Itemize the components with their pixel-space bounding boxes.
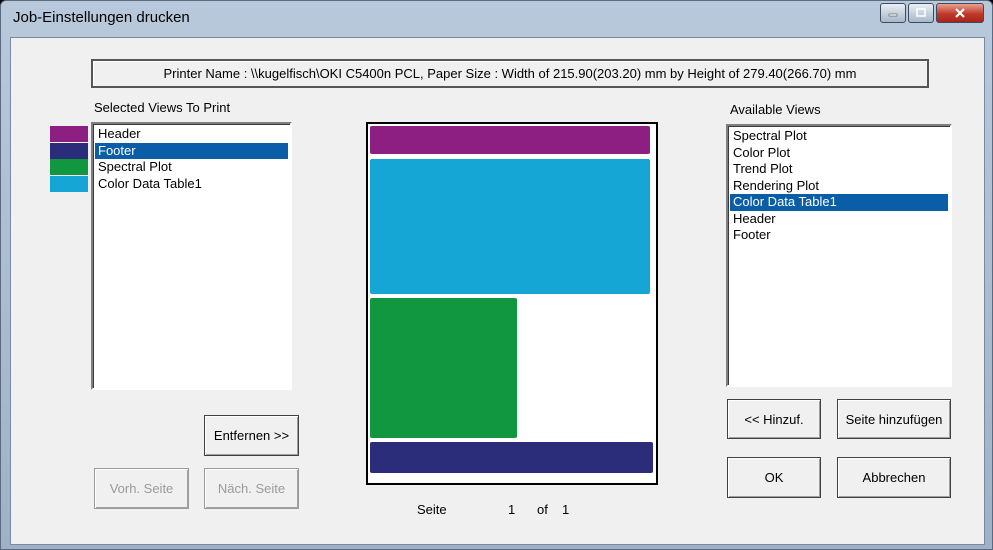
current-page-number: 1 [508, 502, 516, 517]
list-item[interactable]: Color Data Table1 [95, 176, 288, 193]
title-bar[interactable]: Job-Einstellungen drucken [1, 1, 992, 37]
list-item[interactable]: Header [730, 211, 948, 228]
list-item[interactable]: Footer [730, 227, 948, 244]
of-label: of [537, 502, 548, 517]
list-item[interactable]: Footer [95, 142, 288, 159]
view-color-swatch [50, 126, 88, 142]
list-item[interactable]: Trend Plot [730, 161, 948, 178]
dialog-client-area: Printer Name : \\kugelfisch\OKI C5400n P… [10, 37, 985, 545]
view-color-swatch [50, 142, 88, 159]
close-button[interactable] [936, 3, 984, 23]
ok-button[interactable]: OK [727, 457, 821, 498]
caption-buttons [880, 3, 984, 23]
next-page-button[interactable]: Näch. Seite [204, 468, 299, 509]
page-label: Seite [417, 502, 447, 517]
list-item[interactable]: Header [95, 126, 288, 143]
page-preview [366, 122, 658, 485]
list-item[interactable]: Color Data Table1 [730, 194, 948, 211]
add-page-button[interactable]: Seite hinzufügen [837, 399, 951, 439]
preview-footer-block [370, 442, 653, 473]
selected-views-label: Selected Views To Print [94, 100, 231, 115]
printer-info-bar: Printer Name : \\kugelfisch\OKI C5400n P… [91, 59, 929, 88]
selected-views-list[interactable]: Header Footer Spectral Plot Color Data Tabl… [91, 122, 292, 390]
available-views-list[interactable]: Spectral Plot Color Plot Trend Plot Renderi… [726, 124, 952, 387]
total-pages-number: 1 [562, 502, 570, 517]
cancel-button[interactable]: Abbrechen [837, 457, 951, 498]
print-job-settings-window: Job-Einstellungen drucken Printer Name :… [0, 0, 993, 550]
close-icon [955, 8, 965, 18]
preview-color-table-block [370, 159, 650, 294]
preview-spectral-plot-block [370, 298, 517, 438]
prev-page-button[interactable]: Vorh. Seite [94, 468, 189, 509]
window-title: Job-Einstellungen drucken [13, 9, 190, 26]
preview-header-block [370, 126, 650, 154]
minimize-icon [888, 13, 898, 17]
minimize-button[interactable] [880, 3, 906, 23]
list-item[interactable]: Spectral Plot [730, 128, 948, 145]
view-color-swatch [50, 175, 88, 192]
remove-button[interactable]: Entfernen >> [204, 415, 299, 456]
list-item[interactable]: Spectral Plot [95, 159, 288, 176]
view-color-swatch [50, 159, 88, 175]
add-button[interactable]: << Hinzuf. [727, 399, 821, 439]
maximize-icon [916, 8, 926, 17]
maximize-button[interactable] [908, 3, 934, 23]
available-views-label: Available Views [730, 102, 821, 117]
list-item[interactable]: Rendering Plot [730, 178, 948, 195]
list-item[interactable]: Color Plot [730, 145, 948, 162]
